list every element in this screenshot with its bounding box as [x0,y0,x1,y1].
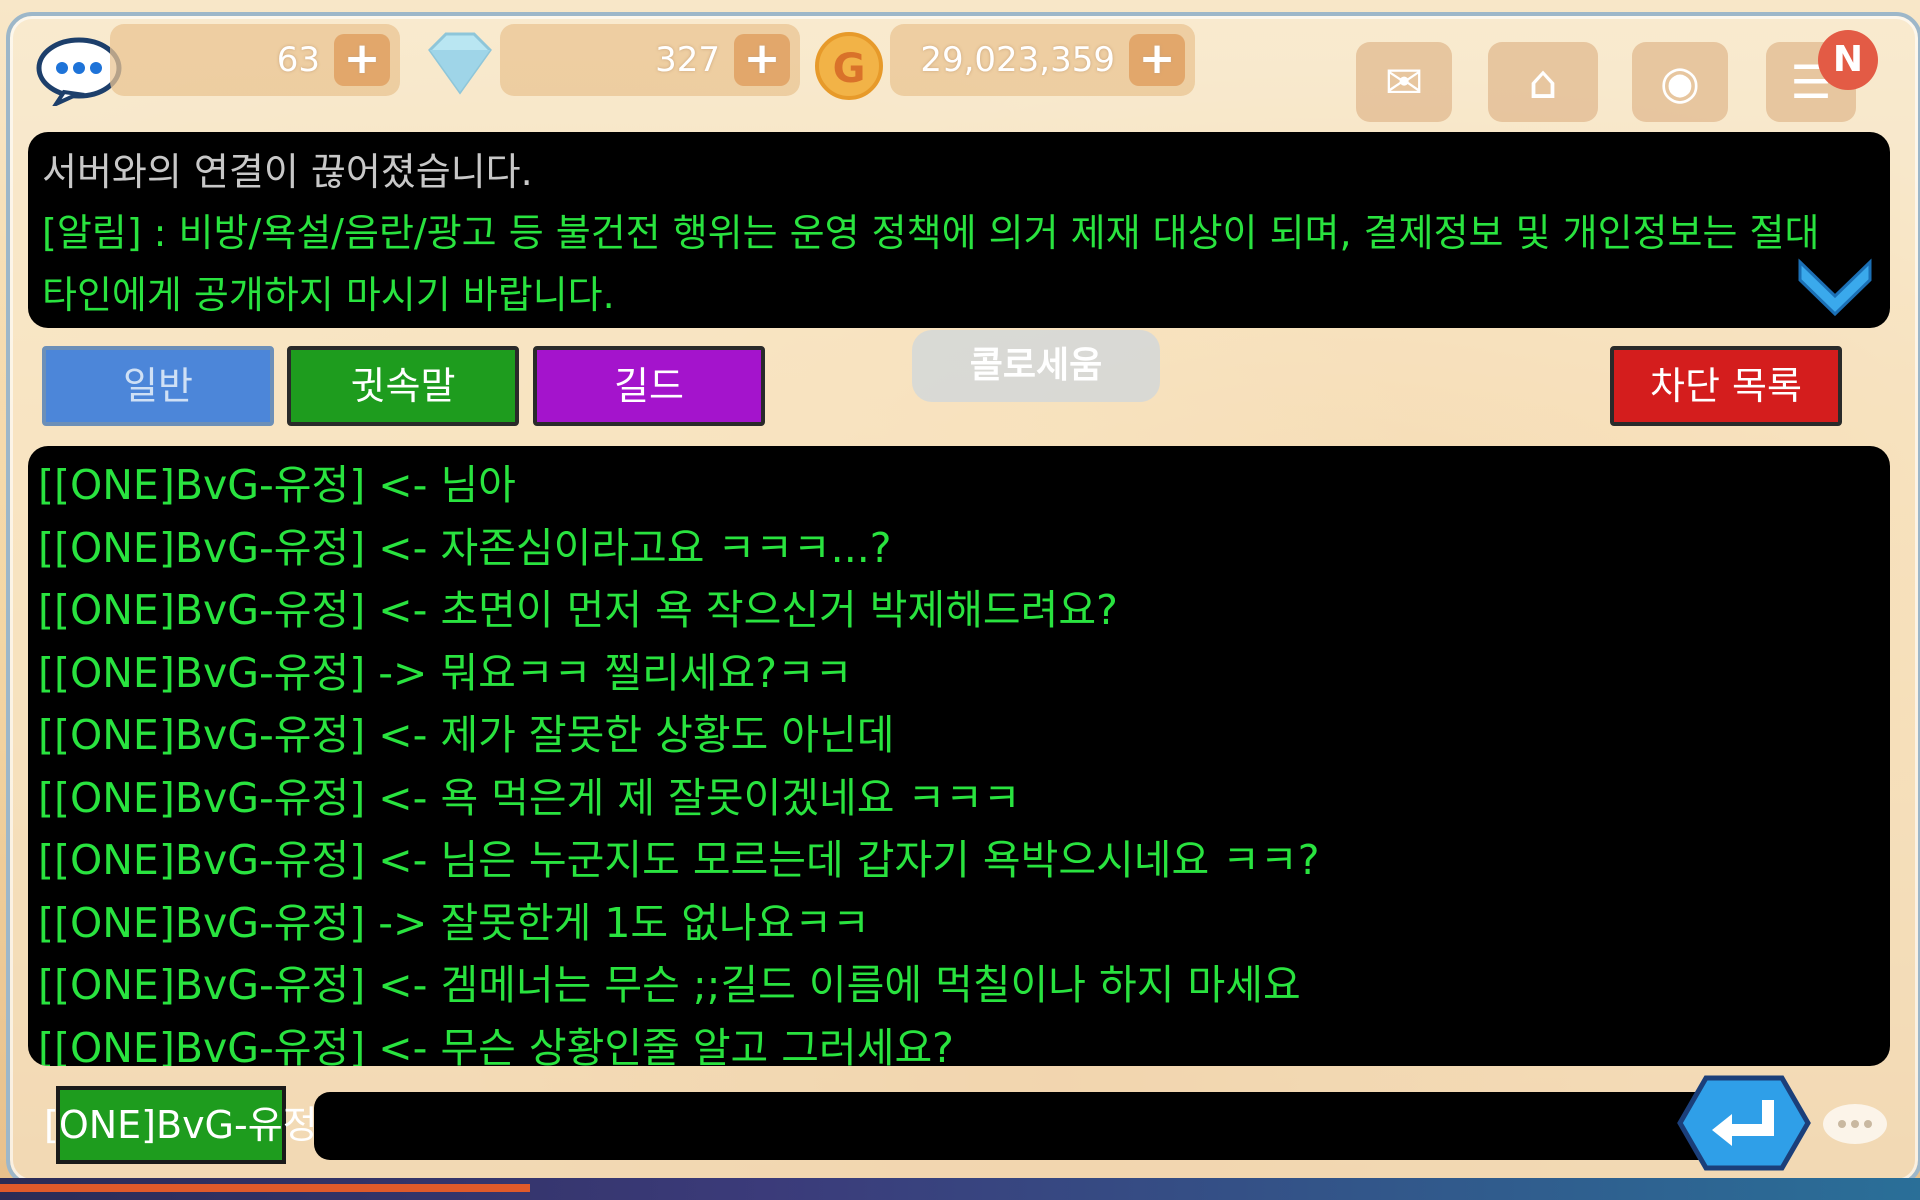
chat-line: [[ONE]BvG-유정] -> 잘못한게 1도 없나요ㅋㅋ [38,898,870,947]
gem-counter: 327 + [500,24,800,96]
add-gem-button[interactable]: + [734,34,790,86]
sender-name: [ONE]BvG-유정 [44,1103,318,1147]
tab-whisper[interactable]: 귓속말 [287,346,519,426]
notice-panel: 서버와의 연결이 끊어졌습니다. [알림] : 비방/욕설/음란/광고 등 불건… [28,132,1890,328]
chat-line: [[ONE]BvG-유정] <- 님은 누군지도 모르는데 갑자기 욕박으시네요… [38,836,1320,884]
coin-icon: G [815,32,883,100]
chat-line: [[ONE]BvG-유정] <- 자존심이라고요 ㅋㅋㅋ...? [38,523,892,572]
chat-bubble-small-icon [1823,1104,1887,1144]
mail-icon[interactable]: ✉ [1356,42,1452,122]
gem-value: 327 [655,40,720,80]
gold-value: 29,023,359 [920,40,1115,80]
chat-line: [[ONE]BvG-유정] <- 초면이 먼저 욕 작으신거 박제해드려요? [38,586,1118,634]
gem-icon [428,32,492,95]
progress-bar [0,1184,530,1192]
tab-general[interactable]: 일반 [42,346,274,426]
chevron-down-icon[interactable] [1796,252,1874,318]
stamina-value: 63 [276,40,320,80]
system-message: 서버와의 연결이 끊어졌습니다. [42,150,533,194]
gold-counter: 29,023,359 + [890,24,1195,96]
add-gold-button[interactable]: + [1129,34,1185,86]
notification-badge: N [1818,30,1878,90]
enter-arrow-icon[interactable] [1676,1074,1812,1172]
chat-line: [[ONE]BvG-유정] -> 뭐요ㅋㅋ 찔리세요?ㅋㅋ [38,648,853,697]
map-pin-icon[interactable]: ◉ [1632,42,1728,122]
sender-name-tag[interactable]: [ONE]BvG-유정 [44,1086,318,1164]
alert-message: [알림] : 비방/욕설/음란/광고 등 불건전 행위는 운영 정책에 의거 제… [42,211,1820,317]
add-stamina-button[interactable]: + [334,34,390,86]
stamina-counter: 63 + [110,24,400,96]
chat-log[interactable]: [[ONE]BvG-유정] <- 님아 [[ONE]BvG-유정] <- 자존심… [28,446,1890,1066]
colosseum-button: 콜로세움 [912,330,1160,402]
guild-house-icon[interactable]: ⌂ [1488,42,1598,122]
chat-line: [[ONE]BvG-유정] <- 제가 잘못한 상황도 아닌데 [38,711,895,759]
chat-line: [[ONE]BvG-유정] <- 무슨 상황인줄 알고 그러세요? [38,1023,954,1067]
chat-line: [[ONE]BvG-유정] <- 님아 [38,461,516,509]
chat-line: [[ONE]BvG-유정] <- 욕 먹은게 제 잘못이겠네요 ㅋㅋㅋ [38,773,1021,822]
chat-input[interactable] [314,1092,1734,1160]
tab-guild[interactable]: 길드 [533,346,765,426]
chat-line: [[ONE]BvG-유정] <- 겜메너는 무슨 ;;길드 이름에 먹칠이나 하… [38,961,1301,1009]
block-list-button[interactable]: 차단 목록 [1610,346,1842,426]
bottom-progress-strip [0,1178,1920,1200]
